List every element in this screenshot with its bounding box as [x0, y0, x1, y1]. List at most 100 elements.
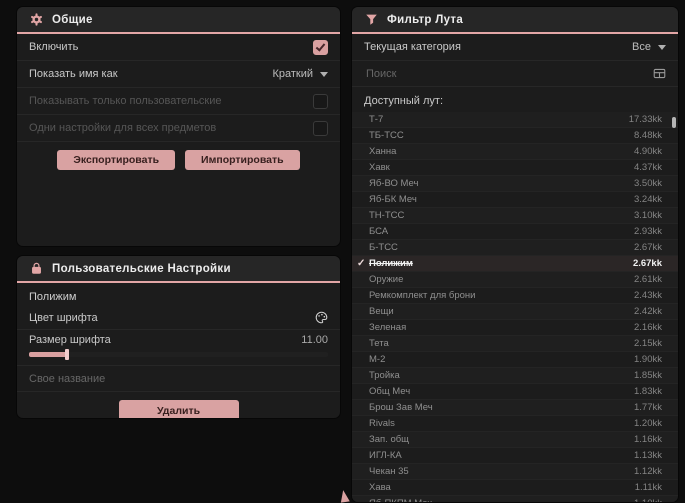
custom-name-input[interactable]	[17, 366, 340, 392]
loot-item-price: 1.20kk	[634, 418, 662, 429]
import-button[interactable]: Импортировать	[185, 150, 300, 170]
palette-icon[interactable]	[315, 311, 328, 324]
gear-icon	[30, 13, 43, 26]
loot-item-price: 1.16kk	[634, 434, 662, 445]
loot-item-row[interactable]: Зап. общ 1.16kk	[352, 432, 678, 448]
loot-item-row[interactable]: Тета 2.15kk	[352, 336, 678, 352]
category-value: Все	[632, 41, 651, 53]
loot-item-price: 1.90kk	[634, 354, 662, 365]
loot-item-name: Тройка	[369, 370, 400, 381]
loot-item-name: Чекан 35	[369, 466, 409, 477]
loot-item-row[interactable]: Полижим 2.67kk	[352, 256, 678, 272]
loot-filter-header: Фильтр Лута	[352, 7, 678, 34]
loot-item-price: 8.48kk	[634, 130, 662, 141]
loot-item-row[interactable]: Брош Зав Меч 1.77kk	[352, 400, 678, 416]
loot-item-row[interactable]: ИГЛ-КА 1.13kk	[352, 448, 678, 464]
loot-item-row[interactable]: Rivals 1.20kk	[352, 416, 678, 432]
name-mode-dropdown[interactable]: Краткий	[272, 68, 328, 80]
same-settings-label: Одни настройки для всех предметов	[29, 122, 217, 134]
loot-item-row[interactable]: Тройка 1.85kk	[352, 368, 678, 384]
check-icon	[357, 257, 365, 271]
loot-item-name: М-2	[369, 354, 386, 365]
loot-item-price: 4.90kk	[634, 146, 662, 157]
loot-item-price: 1.83kk	[634, 386, 662, 397]
loot-item-price: 2.43kk	[634, 290, 662, 301]
search-row	[352, 61, 678, 87]
loot-item-price: 2.42kk	[634, 306, 662, 317]
cursor-icon	[339, 489, 350, 503]
loot-item-price: 2.16kk	[634, 322, 662, 333]
font-size-label: Размер шрифта	[29, 334, 111, 346]
loot-item-row[interactable]: ТН-ТСС 3.10kk	[352, 208, 678, 224]
loot-item-row[interactable]: Общ Меч 1.83kk	[352, 384, 678, 400]
loot-item-row[interactable]: М-2 1.90kk	[352, 352, 678, 368]
panel-title: Общие	[52, 13, 93, 26]
loot-item-row[interactable]: Вещи 2.42kk	[352, 304, 678, 320]
loot-item-name: Ремкомплект для брони	[369, 290, 476, 301]
delete-button[interactable]: Удалить	[118, 400, 239, 418]
loot-item-name: Яб-ПКПМ Меч	[369, 498, 432, 502]
export-import-row: Экспортировать Импортировать	[17, 150, 340, 170]
font-size-slider[interactable]	[29, 349, 328, 360]
loot-item-price: 4.37kk	[634, 162, 662, 173]
loot-item-name: ТБ-ТСС	[369, 130, 404, 141]
export-button[interactable]: Экспортировать	[57, 150, 176, 170]
loot-item-name: Общ Меч	[369, 386, 411, 397]
loot-item-name: Зап. общ	[369, 434, 409, 445]
loot-item-price: 17.33kk	[628, 114, 662, 125]
custom-settings-panel: Пользовательские Настройки Полижим Цвет …	[17, 256, 340, 418]
loot-item-row[interactable]: Оружие 2.61kk	[352, 272, 678, 288]
scrollbar-thumb[interactable]	[672, 117, 676, 128]
general-panel-header: Общие	[17, 7, 340, 34]
funnel-icon	[365, 13, 378, 26]
table-icon[interactable]	[653, 67, 666, 80]
delete-row: Удалить	[17, 400, 340, 418]
loot-item-row[interactable]: Яб-БК Меч 3.24kk	[352, 192, 678, 208]
chevron-down-icon	[320, 71, 328, 77]
loot-item-price: 2.15kk	[634, 338, 662, 349]
loot-item-row[interactable]: Ханна 4.90kk	[352, 144, 678, 160]
loot-item-price: 3.24kk	[634, 194, 662, 205]
loot-item-price: 1.13kk	[634, 450, 662, 461]
loot-item-row[interactable]: Б-ТСС 2.67kk	[352, 240, 678, 256]
loot-item-row[interactable]: Чекан 35 1.12kk	[352, 464, 678, 480]
category-label: Текущая категория	[364, 41, 461, 53]
loot-item-price: 2.67kk	[634, 242, 662, 253]
font-size-block: Размер шрифта 11.00	[17, 330, 340, 366]
loot-item-row[interactable]: ТБ-ТСС 8.48kk	[352, 128, 678, 144]
loot-item-row[interactable]: Яб-ПКПМ Меч 1.10kk	[352, 496, 678, 502]
loot-item-name: Хавк	[369, 162, 390, 173]
loot-item-price: 3.50kk	[634, 178, 662, 189]
selected-item-label: Полижим	[29, 291, 77, 303]
loot-item-row[interactable]: Ремкомплект для брони 2.43kk	[352, 288, 678, 304]
loot-item-name: Ханна	[369, 146, 397, 157]
loot-item-price: 2.67kk	[632, 258, 662, 269]
loot-item-row[interactable]: Т-7 17.33kk	[352, 112, 678, 128]
category-dropdown[interactable]: Все	[632, 41, 666, 53]
name-mode-value: Краткий	[272, 68, 313, 80]
loot-item-name: Оружие	[369, 274, 404, 285]
search-input[interactable]	[364, 66, 645, 81]
loot-item-row[interactable]: БСА 2.93kk	[352, 224, 678, 240]
loot-item-price: 1.11kk	[634, 482, 662, 493]
loot-item-row[interactable]: Яб-ВО Меч 3.50kk	[352, 176, 678, 192]
loot-item-name: Тета	[369, 338, 389, 349]
slider-handle[interactable]	[65, 349, 69, 360]
only-custom-label: Показывать только пользовательские	[29, 95, 222, 107]
only-custom-row: Показывать только пользовательские	[17, 88, 340, 115]
same-settings-row: Одни настройки для всех предметов	[17, 115, 340, 142]
loot-filter-panel: Фильтр Лута Текущая категория Все Доступ…	[352, 7, 678, 502]
loot-list: Т-7 17.33kk ТБ-ТСС 8.48kk Ханна 4.90kk Х…	[352, 112, 678, 502]
panel-title: Пользовательские Настройки	[52, 262, 231, 275]
loot-item-row[interactable]: Хава 1.11kk	[352, 480, 678, 496]
same-settings-checkbox[interactable]	[313, 120, 328, 136]
available-loot-label: Доступный лут:	[364, 95, 444, 107]
loot-item-row[interactable]: Хавк 4.37kk	[352, 160, 678, 176]
enable-row: Включить	[17, 34, 340, 61]
loot-item-row[interactable]: Зеленая 2.16kk	[352, 320, 678, 336]
enable-checkbox[interactable]	[313, 39, 328, 55]
only-custom-checkbox[interactable]	[313, 93, 328, 109]
loot-item-price: 1.77kk	[634, 402, 662, 413]
loot-item-name: Яб-БК Меч	[369, 194, 417, 205]
loot-item-price: 3.10kk	[634, 210, 662, 221]
